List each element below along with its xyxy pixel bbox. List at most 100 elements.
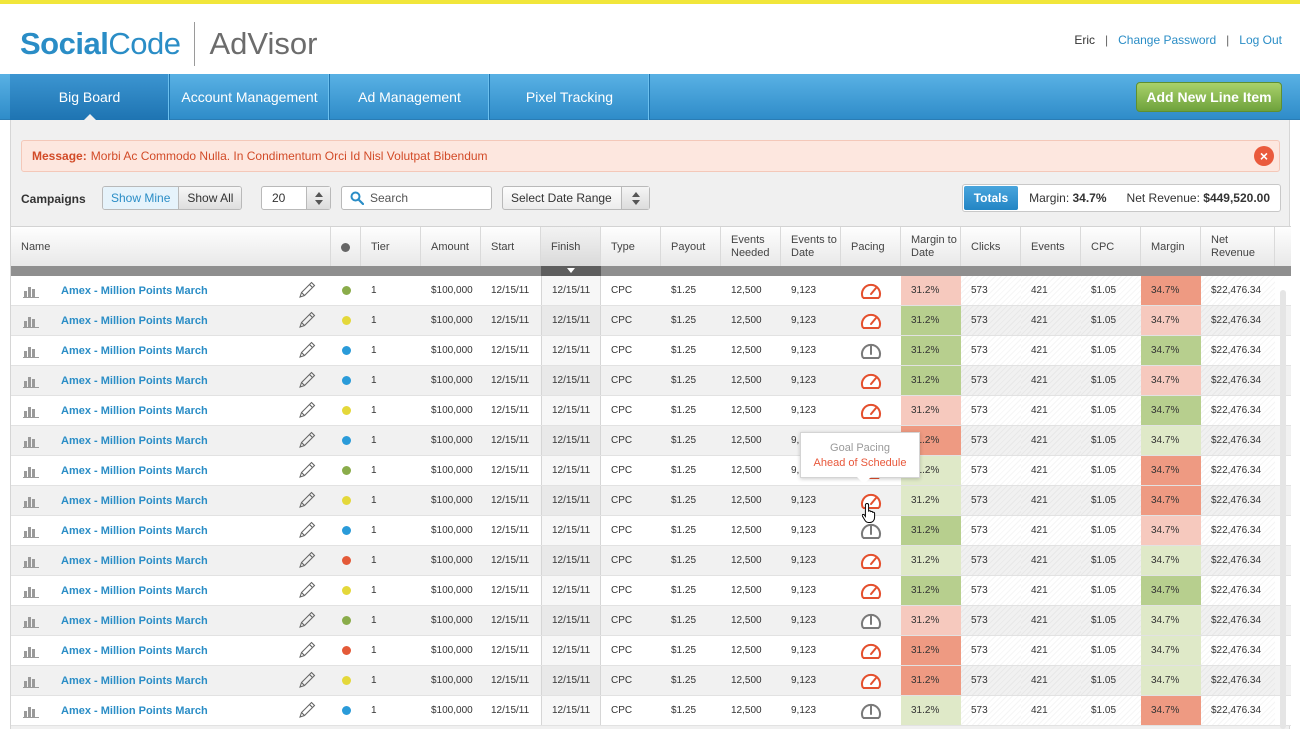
bar-chart-icon[interactable] xyxy=(23,374,39,388)
pencil-icon[interactable] xyxy=(297,670,317,690)
gauge-icon[interactable] xyxy=(859,371,883,391)
gauge-icon[interactable] xyxy=(859,611,883,631)
header-name[interactable]: Name xyxy=(11,227,331,267)
pencil-icon[interactable] xyxy=(297,310,317,330)
campaign-name-link[interactable]: Amex - Million Points March xyxy=(61,615,208,627)
bar-chart-icon[interactable] xyxy=(23,614,39,628)
gauge-icon[interactable] xyxy=(859,701,883,721)
close-icon[interactable]: × xyxy=(1254,146,1274,166)
bar-chart-icon[interactable] xyxy=(23,464,39,478)
pencil-icon[interactable] xyxy=(297,430,317,450)
tab-account-management[interactable]: Account Management xyxy=(170,74,330,120)
bar-chart-icon[interactable] xyxy=(23,524,39,538)
add-new-line-item-button[interactable]: Add New Line Item xyxy=(1136,82,1282,112)
table-row[interactable]: Amex - Million Points March 1 $100,000 12/1… xyxy=(11,426,1291,456)
pencil-icon[interactable] xyxy=(297,280,317,300)
table-row[interactable]: Amex - Million Points March 1 $100,000 12/1… xyxy=(11,576,1291,606)
pencil-icon[interactable] xyxy=(297,520,317,540)
campaign-name-link[interactable]: Amex - Million Points March xyxy=(61,465,208,477)
campaign-name-link[interactable]: Amex - Million Points March xyxy=(61,525,208,537)
gauge-icon[interactable] xyxy=(859,341,883,361)
table-row[interactable]: Amex - Million Points March 1 $100,000 12/1… xyxy=(11,516,1291,546)
header-events[interactable]: Events xyxy=(1021,227,1081,267)
bar-chart-icon[interactable] xyxy=(23,584,39,598)
header-start[interactable]: Start xyxy=(481,227,541,267)
header-status[interactable] xyxy=(331,227,361,267)
bar-chart-icon[interactable] xyxy=(23,674,39,688)
show-mine-button[interactable]: Show Mine xyxy=(103,187,180,209)
table-row[interactable]: Amex - Million Points March 1 $100,000 12/1… xyxy=(11,666,1291,696)
logo[interactable]: Social Code AdVisor xyxy=(20,22,317,66)
table-row[interactable]: Amex - Million Points March 1 $100,000 12/1… xyxy=(11,636,1291,666)
pencil-icon[interactable] xyxy=(297,640,317,660)
pencil-icon[interactable] xyxy=(297,610,317,630)
header-events-needed[interactable]: Events Needed xyxy=(721,227,781,267)
campaign-name-link[interactable]: Amex - Million Points March xyxy=(61,345,208,357)
table-row[interactable]: Amex - Million Points March 1 $100,000 12/1… xyxy=(11,456,1291,486)
bar-chart-icon[interactable] xyxy=(23,344,39,358)
bar-chart-icon[interactable] xyxy=(23,314,39,328)
pencil-icon[interactable] xyxy=(297,460,317,480)
date-range-select[interactable]: Select Date Range xyxy=(502,186,650,210)
campaign-name-link[interactable]: Amex - Million Points March xyxy=(61,405,208,417)
change-password-link[interactable]: Change Password xyxy=(1118,33,1216,47)
table-row[interactable]: Amex - Million Points March 1 $100,000 12/1… xyxy=(11,336,1291,366)
table-row[interactable]: Amex - Million Points March 1 $100,000 12/1… xyxy=(11,366,1291,396)
header-finish[interactable]: Finish xyxy=(541,227,601,267)
table-row[interactable]: Amex - Million Points March 1 $100,000 12/1… xyxy=(11,306,1291,336)
stepper-arrows[interactable] xyxy=(306,187,330,209)
campaign-name-link[interactable]: Amex - Million Points March xyxy=(61,585,208,597)
campaign-name-link[interactable]: Amex - Million Points March xyxy=(61,645,208,657)
tab-big-board[interactable]: Big Board xyxy=(10,74,170,121)
header-margin[interactable]: Margin xyxy=(1141,227,1201,267)
header-events-to-date[interactable]: Events to Date xyxy=(781,227,841,267)
table-row[interactable]: Amex - Million Points March 1 $100,000 12/1… xyxy=(11,396,1291,426)
gauge-icon[interactable] xyxy=(859,281,883,301)
gauge-icon[interactable] xyxy=(859,641,883,661)
show-all-button[interactable]: Show All xyxy=(179,187,242,209)
bar-chart-icon[interactable] xyxy=(23,434,39,448)
campaign-name-link[interactable]: Amex - Million Points March xyxy=(61,555,208,567)
campaign-name-link[interactable]: Amex - Million Points March xyxy=(61,315,208,327)
pencil-icon[interactable] xyxy=(297,370,317,390)
gauge-icon[interactable] xyxy=(859,581,883,601)
header-net-revenue[interactable]: Net Revenue xyxy=(1201,227,1275,267)
gauge-icon[interactable] xyxy=(859,401,883,421)
table-row[interactable]: Amex - Million Points March 1 $100,000 12/1… xyxy=(11,546,1291,576)
table-row[interactable]: Amex - Million Points March 1 $100,000 12/1… xyxy=(11,696,1291,726)
bar-chart-icon[interactable] xyxy=(23,704,39,718)
header-tier[interactable]: Tier xyxy=(361,227,421,267)
gauge-icon[interactable] xyxy=(859,311,883,331)
table-row[interactable]: Amex - Million Points March 1 $100,000 12/1… xyxy=(11,276,1291,306)
campaign-name-link[interactable]: Amex - Million Points March xyxy=(61,705,208,717)
totals-button[interactable]: Totals xyxy=(963,186,1019,210)
pencil-icon[interactable] xyxy=(297,400,317,420)
search-input[interactable] xyxy=(370,191,480,205)
tab-pixel-tracking[interactable]: Pixel Tracking xyxy=(490,74,650,120)
table-row[interactable]: Amex - Million Points March 1 $100,000 12/1… xyxy=(11,606,1291,636)
bar-chart-icon[interactable] xyxy=(23,404,39,418)
pencil-icon[interactable] xyxy=(297,340,317,360)
campaign-name-link[interactable]: Amex - Million Points March xyxy=(61,435,208,447)
campaign-name-link[interactable]: Amex - Million Points March xyxy=(61,675,208,687)
bar-chart-icon[interactable] xyxy=(23,644,39,658)
gauge-icon[interactable] xyxy=(859,551,883,571)
pencil-icon[interactable] xyxy=(297,700,317,720)
header-payout[interactable]: Payout xyxy=(661,227,721,267)
bar-chart-icon[interactable] xyxy=(23,554,39,568)
chevron-down-icon[interactable] xyxy=(314,199,323,205)
pencil-icon[interactable] xyxy=(297,550,317,570)
per-page-stepper[interactable]: 20 xyxy=(261,186,331,210)
campaign-name-link[interactable]: Amex - Million Points March xyxy=(61,495,208,507)
chevron-up-icon[interactable] xyxy=(314,191,323,197)
header-amount[interactable]: Amount xyxy=(421,227,481,267)
campaign-name-link[interactable]: Amex - Million Points March xyxy=(61,285,208,297)
header-margin-to-date[interactable]: Margin to Date xyxy=(901,227,961,267)
campaign-name-link[interactable]: Amex - Million Points March xyxy=(61,375,208,387)
header-pacing[interactable]: Pacing xyxy=(841,227,901,267)
header-cpc[interactable]: CPC xyxy=(1081,227,1141,267)
bar-chart-icon[interactable] xyxy=(23,494,39,508)
header-type[interactable]: Type xyxy=(601,227,661,267)
header-clicks[interactable]: Clicks xyxy=(961,227,1021,267)
table-row[interactable]: Amex - Million Points March 1 $100,000 12/1… xyxy=(11,486,1291,516)
